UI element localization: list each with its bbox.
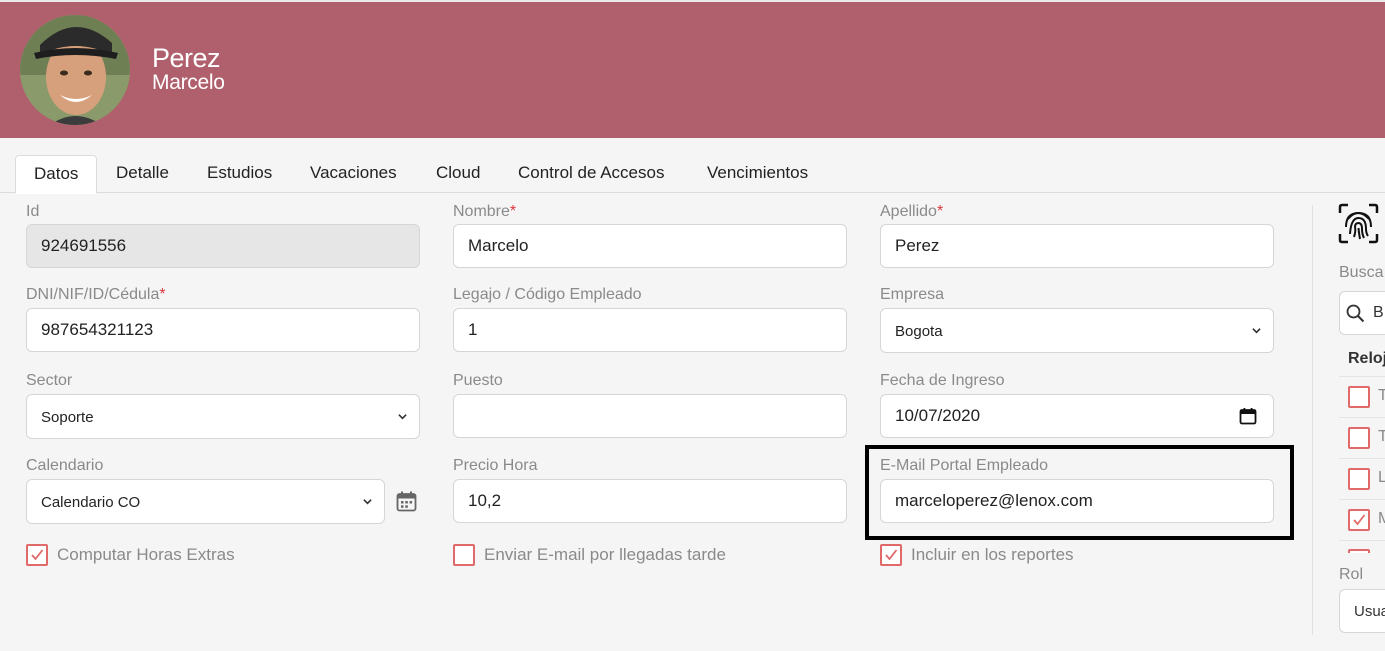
fecha-ingreso-value: 10/07/2020	[895, 406, 981, 425]
panel-divider	[1312, 205, 1313, 635]
reloj-name: T	[1378, 387, 1385, 404]
horas-extras-checkbox[interactable]	[26, 544, 48, 566]
profile-header: Perez Marcelo	[0, 0, 1385, 138]
reportes-label: Incluir en los reportes	[911, 545, 1074, 564]
horas-extras-label: Computar Horas Extras	[57, 545, 235, 564]
reloj-checkbox[interactable]	[1348, 427, 1370, 449]
search-label: Busca	[1339, 264, 1384, 281]
reportes-checkbox[interactable]	[880, 544, 902, 566]
calendario-label: Calendario	[26, 457, 104, 474]
puesto-label: Puesto	[453, 372, 503, 389]
tab-detalle[interactable]: Detalle	[98, 155, 187, 193]
calendario-select[interactable]: Calendario CO	[26, 479, 385, 524]
sector-label: Sector	[26, 372, 73, 389]
tab-vencimientos[interactable]: Vencimientos	[689, 155, 826, 193]
email-tarde-checkbox[interactable]	[453, 544, 475, 566]
avatar	[20, 15, 130, 125]
empresa-value: Bogota	[895, 323, 943, 340]
tab-vacaciones[interactable]: Vacaciones	[292, 155, 415, 193]
calendar-icon[interactable]	[1239, 407, 1257, 425]
tab-cloud[interactable]: Cloud	[418, 155, 498, 193]
highlight-box	[865, 445, 1294, 540]
reloj-checkbox[interactable]	[1348, 386, 1370, 408]
id-field: 924691556	[26, 224, 420, 268]
list-item[interactable]: M	[1339, 499, 1385, 540]
chevron-down-icon	[363, 499, 372, 505]
employee-name: Perez Marcelo	[152, 44, 225, 94]
check-icon	[1353, 514, 1366, 526]
tab-bar: Datos Detalle Estudios Vacaciones Cloud …	[0, 155, 1385, 194]
list-item-clipped	[1339, 540, 1385, 553]
tab-control-de-accesos[interactable]: Control de Accesos	[500, 155, 682, 193]
list-item[interactable]: T	[1339, 376, 1385, 417]
nombre-input[interactable]: Marcelo	[453, 224, 847, 268]
sector-select[interactable]: Soporte	[26, 394, 420, 439]
reloj-checkbox[interactable]	[1348, 468, 1370, 490]
sector-value: Soporte	[41, 409, 94, 426]
apellido-label: Apellido*	[880, 203, 944, 220]
dni-label: DNI/NIF/ID/Cédula*	[26, 286, 166, 303]
reloj-name: M	[1378, 510, 1385, 527]
list-item[interactable]: L	[1339, 458, 1385, 499]
legajo-input[interactable]: 1	[453, 308, 847, 352]
search-input[interactable]: B	[1339, 291, 1385, 335]
empresa-label: Empresa	[880, 286, 945, 303]
employee-last-name: Perez	[152, 43, 221, 73]
search-icon	[1346, 304, 1365, 323]
search-placeholder: B	[1373, 304, 1384, 321]
tab-estudios[interactable]: Estudios	[189, 155, 290, 193]
reloj-name: T	[1378, 428, 1385, 445]
empresa-select[interactable]: Bogota	[880, 308, 1274, 353]
rol-value: Usua	[1354, 603, 1385, 620]
puesto-input[interactable]	[453, 394, 847, 438]
nombre-label: Nombre*	[453, 203, 517, 220]
legajo-label: Legajo / Código Empleado	[453, 286, 642, 303]
employee-first-name: Marcelo	[152, 71, 225, 94]
chevron-down-icon	[1252, 328, 1261, 334]
precio-hora-label: Precio Hora	[453, 457, 538, 474]
reloj-checkbox	[1348, 549, 1370, 553]
list-item[interactable]: T	[1339, 417, 1385, 458]
check-icon	[885, 549, 898, 561]
fingerprint-icon[interactable]	[1338, 203, 1379, 244]
apellido-input[interactable]: Perez	[880, 224, 1274, 268]
calendario-value: Calendario CO	[41, 494, 141, 511]
id-label: Id	[26, 203, 40, 220]
dni-input[interactable]: 987654321123	[26, 308, 420, 352]
check-icon	[31, 549, 44, 561]
reloj-checkbox[interactable]	[1348, 509, 1370, 531]
rol-select[interactable]: Usua	[1339, 589, 1385, 633]
calendar-icon[interactable]	[396, 491, 417, 512]
reloj-name: L	[1378, 469, 1385, 486]
chevron-down-icon	[398, 414, 407, 420]
relojes-header: Reloj	[1348, 350, 1385, 367]
tab-datos[interactable]: Datos	[15, 155, 98, 194]
precio-hora-input[interactable]: 10,2	[453, 479, 847, 523]
email-tarde-label: Enviar E-mail por llegadas tarde	[484, 545, 726, 564]
fecha-ingreso-input[interactable]: 10/07/2020	[880, 394, 1274, 438]
rol-label: Rol	[1339, 566, 1364, 583]
fecha-ingreso-label: Fecha de Ingreso	[880, 372, 1005, 389]
